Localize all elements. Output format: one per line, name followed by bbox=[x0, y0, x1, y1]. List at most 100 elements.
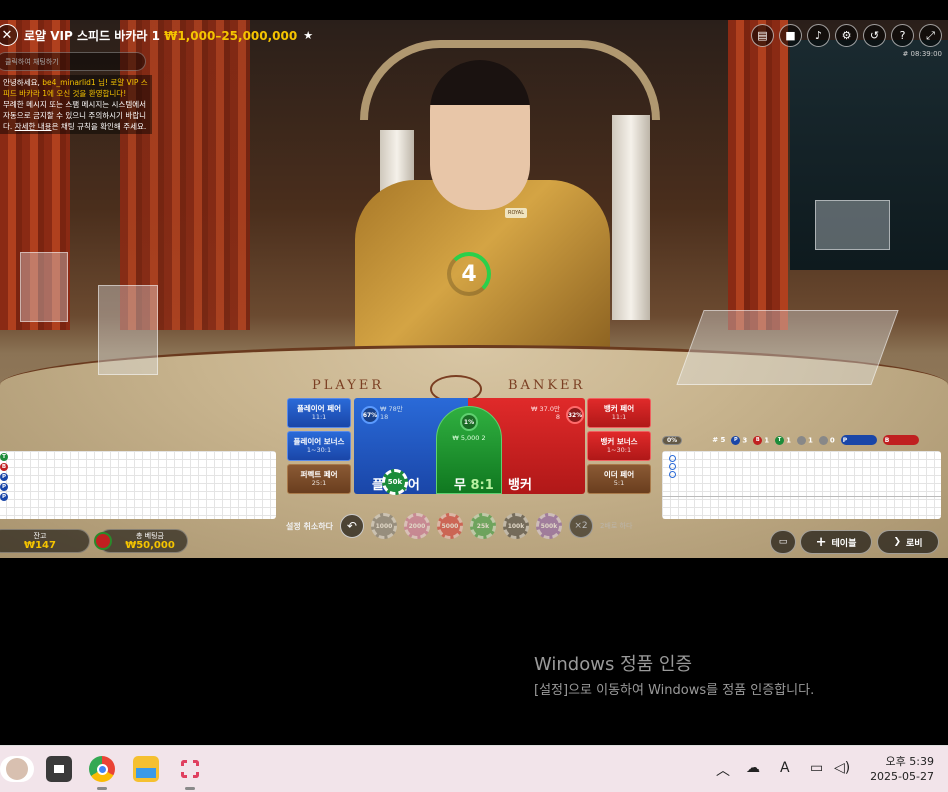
card-box-right bbox=[815, 200, 890, 250]
table-button-label: 테이블 bbox=[831, 538, 857, 549]
tie-odds: 8:1 bbox=[470, 478, 494, 493]
chip-5000[interactable]: 5000 bbox=[436, 513, 463, 539]
close-icon[interactable]: ✕ bbox=[0, 24, 18, 46]
history-icon[interactable]: ↺ bbox=[863, 24, 886, 47]
banker-pair-odds: 11:1 bbox=[611, 413, 627, 421]
double-button[interactable]: ×2 bbox=[568, 514, 593, 538]
either-pair-label: 이더 페어 bbox=[603, 470, 635, 479]
snipping-tool-icon[interactable] bbox=[177, 756, 203, 782]
banker-pair-bet[interactable]: 뱅커 페어 11:1 bbox=[587, 398, 651, 428]
taskbar: ︿ ☁ A ▭ ◁) 오후 5:39 2025-05-27 bbox=[0, 745, 948, 792]
video-icon[interactable]: ■ bbox=[779, 24, 802, 47]
round-id: # 08:39:00 bbox=[902, 50, 942, 58]
table-button[interactable]: + 테이블 bbox=[800, 530, 872, 554]
banker-pair-label: 뱅커 페어 bbox=[603, 404, 635, 413]
lobby-button[interactable]: ❯ 로비 bbox=[877, 530, 939, 554]
banker-pair-wins: 0 bbox=[818, 435, 835, 445]
tie-wins-icon: T bbox=[775, 435, 785, 445]
big-road[interactable] bbox=[662, 451, 941, 519]
road-entry bbox=[669, 471, 676, 478]
tie-pct: 1% bbox=[460, 413, 478, 431]
bead-road-entry: P bbox=[0, 473, 8, 481]
snip-shape bbox=[181, 760, 199, 778]
cloud-offline-icon[interactable]: ☁ bbox=[746, 760, 760, 776]
banker-ask-button[interactable]: B bbox=[882, 435, 919, 445]
title-bar: ✕ 로얄 VIP 스피드 바카라 1 ₩1,000–25,000,000 ★ bbox=[0, 22, 313, 48]
banker-amount: ₩ 37.0만 bbox=[531, 405, 560, 413]
clock[interactable]: 오후 5:39 2025-05-27 bbox=[870, 754, 934, 784]
chat-icon[interactable]: ▤ bbox=[751, 24, 774, 47]
chrome-icon[interactable] bbox=[89, 756, 115, 782]
chat-input[interactable]: 클릭하여 채팅하기 bbox=[0, 52, 146, 71]
gear-icon[interactable]: ⚙ bbox=[835, 24, 858, 47]
screen: ROYAL PLAYER BANKER ✕ 로얄 VIP 스피드 바카라 1 ₩… bbox=[0, 0, 948, 792]
chevron-up-icon[interactable]: ︿ bbox=[716, 760, 730, 780]
game-title: 로얄 VIP 스피드 바카라 1 ₩1,000–25,000,000 bbox=[24, 27, 297, 44]
task-view-icon[interactable] bbox=[46, 756, 72, 782]
banker-stats: ₩ 37.0만 8 bbox=[526, 405, 560, 421]
chip-row: 설정 취소하다 ↶ 1000 2000 5000 25k 100k 500k ×… bbox=[286, 513, 632, 539]
player-amount: ₩ 78만 bbox=[380, 405, 403, 413]
banker-bonus-bet[interactable]: 뱅커 보너스 1~30:1 bbox=[587, 431, 651, 461]
undo-icon[interactable]: ↶ bbox=[339, 514, 364, 538]
chrome-active-indicator bbox=[97, 787, 107, 790]
perfect-pair-bet[interactable]: 퍼펙트 페어 25:1 bbox=[287, 464, 351, 494]
player-ask-button[interactable]: P bbox=[840, 435, 877, 445]
player-pair-bet[interactable]: 플레이어 페어 11:1 bbox=[287, 398, 351, 428]
clock-time: 오후 5:39 bbox=[885, 755, 934, 768]
chat-message-welcome: 안녕하세요, be4_minarlid1 님! 로얄 VIP 스피드 바카라 1… bbox=[3, 77, 149, 99]
file-explorer-icon[interactable] bbox=[133, 756, 159, 782]
balance-value: ₩147 bbox=[24, 540, 56, 551]
volume-icon[interactable]: ♪ bbox=[807, 24, 830, 47]
double-label: 2배로 하다 bbox=[599, 522, 633, 530]
chip-100k[interactable]: 100k bbox=[502, 513, 529, 539]
user-avatar-icon[interactable] bbox=[0, 756, 34, 782]
undo-label: 설정 취소하다 bbox=[286, 521, 333, 531]
folder-shape bbox=[136, 768, 156, 778]
right-curtain bbox=[728, 20, 788, 330]
task-view-shape bbox=[52, 763, 66, 775]
road-pct: 0% bbox=[662, 435, 683, 445]
tie-stats: ₩ 5,000 2 bbox=[446, 434, 492, 442]
banker-pair-value: 0 bbox=[829, 436, 835, 444]
bead-road-entry: T bbox=[0, 453, 8, 461]
chip-500k[interactable]: 500k bbox=[535, 513, 562, 539]
round-count: # 5 bbox=[712, 436, 726, 444]
speaker-icon[interactable]: ◁) bbox=[834, 760, 850, 776]
chip-25k[interactable]: 25k bbox=[469, 513, 496, 539]
stats-bar: 0% # 5 P3 B1 T1 1 0 P B bbox=[662, 433, 942, 447]
tie-count: 2 bbox=[481, 434, 486, 442]
pin-icon[interactable]: ★ bbox=[303, 29, 313, 42]
either-pair-bet[interactable]: 이더 페어 5:1 bbox=[587, 464, 651, 494]
player-wins-icon: P bbox=[731, 435, 741, 445]
chat-toggle-button[interactable]: ▭ bbox=[770, 530, 796, 554]
chip-1000[interactable]: 1000 bbox=[370, 513, 397, 539]
chat-rules-end: 은 채팅 규칙을 확인해 주세요. bbox=[51, 122, 147, 131]
chat-rules-link[interactable]: 자세한 내용 bbox=[15, 122, 52, 131]
dealer: ROYAL bbox=[345, 60, 620, 360]
help-icon[interactable]: ? bbox=[891, 24, 914, 47]
player-wins: P3 bbox=[731, 435, 747, 445]
bead-road[interactable] bbox=[0, 451, 276, 519]
input-method-icon[interactable]: A bbox=[780, 760, 790, 776]
player-pair-value: 1 bbox=[808, 436, 813, 444]
tie-label-text: 무 bbox=[454, 478, 466, 493]
fullscreen-icon[interactable]: ⤢ bbox=[919, 24, 942, 47]
chip-2000[interactable]: 2000 bbox=[403, 513, 430, 539]
player-stats: ₩ 78만 18 bbox=[380, 405, 410, 421]
player-bonus-label: 플레이어 보너스 bbox=[293, 437, 345, 446]
banker-wins-value: 1 bbox=[764, 436, 770, 444]
activation-subtitle: [설정]으로 이동하여 Windows를 정품 인증합니다. bbox=[534, 683, 815, 698]
network-icon[interactable]: ▭ bbox=[810, 760, 823, 776]
road-entry bbox=[669, 463, 676, 470]
bead-road-entry: P bbox=[0, 483, 8, 491]
lobby-button-label: 로비 bbox=[905, 538, 923, 549]
banker-pct: 32% bbox=[566, 406, 584, 424]
perfect-pair-label: 퍼펙트 페어 bbox=[300, 470, 338, 479]
banker-bonus-odds: 1~30:1 bbox=[606, 446, 632, 454]
player-bonus-bet[interactable]: 플레이어 보너스 1~30:1 bbox=[287, 431, 351, 461]
player-pair-label: 플레이어 페어 bbox=[296, 404, 341, 413]
banker-pair-icon bbox=[818, 435, 828, 445]
chrome-center bbox=[96, 763, 108, 775]
road-divider bbox=[662, 496, 941, 497]
